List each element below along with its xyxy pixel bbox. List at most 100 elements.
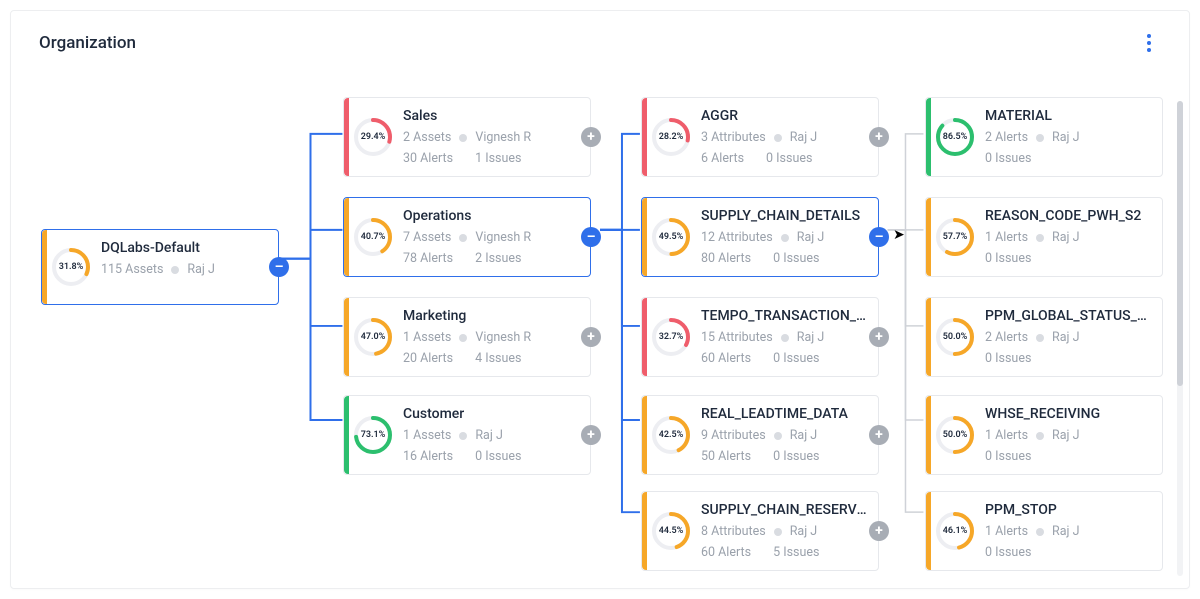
node-card[interactable]: 40.7% Operations 7 AssetsVignesh R 78 Al… (343, 197, 591, 277)
expand-button[interactable]: – (581, 227, 601, 247)
expand-button[interactable]: – (869, 227, 889, 247)
node-owner: Raj J (790, 428, 818, 443)
node-card[interactable]: 57.7% REASON_CODE_PWH_S2 1 AlertsRaj J 0… (925, 197, 1163, 277)
cursor-icon: ➤ (893, 227, 905, 243)
node-assets: 12 Attributes (701, 230, 773, 245)
node-card[interactable]: 86.5% MATERIAL 2 AlertsRaj J 0 Issues (925, 97, 1163, 177)
status-dot-icon (1036, 528, 1044, 536)
expand-button[interactable]: + (581, 425, 601, 445)
node-owner: Raj J (1052, 524, 1080, 539)
gauge: 50.0% (931, 298, 979, 376)
node-card[interactable]: 32.7% TEMPO_TRANSACTION_RE... 15 Attribu… (641, 297, 879, 377)
gauge: 50.0% (931, 396, 979, 474)
node-title: REAL_LEADTIME_DATA (701, 406, 870, 422)
status-dot-icon (171, 266, 179, 274)
expand-button[interactable]: + (869, 521, 889, 541)
gauge: 46.1% (931, 492, 979, 570)
status-dot-icon (459, 134, 467, 142)
panel-title: Organization (39, 33, 136, 53)
status-dot-icon (459, 334, 467, 342)
node-issues: 0 Issues (985, 351, 1031, 366)
plus-icon: + (587, 428, 595, 442)
node-card[interactable]: 28.2% AGGR 3 AttributesRaj J 6 Alerts0 I… (641, 97, 879, 177)
organization-panel: Organization (10, 10, 1190, 589)
node-alerts: 16 Alerts (403, 449, 453, 464)
expand-button[interactable]: + (869, 127, 889, 147)
gauge: 28.2% (647, 98, 695, 176)
gauge: 29.4% (349, 98, 397, 176)
node-card[interactable]: 29.4% Sales 2 AssetsVignesh R 30 Alerts1… (343, 97, 591, 177)
minus-icon: – (275, 260, 284, 274)
node-title: SUPPLY_CHAIN_RESERVED... (701, 502, 870, 518)
node-issues: 4 Issues (475, 351, 521, 366)
node-assets: 115 Assets (101, 262, 163, 277)
node-title: SUPPLY_CHAIN_DETAILS (701, 208, 870, 224)
node-owner: Vignesh R (475, 130, 531, 145)
node-title: PPM_STOP (985, 502, 1154, 518)
expand-button[interactable]: + (581, 127, 601, 147)
node-alerts: 80 Alerts (701, 251, 751, 266)
node-issues: 0 Issues (773, 351, 819, 366)
plus-icon: + (587, 330, 595, 344)
node-title: Sales (403, 108, 582, 124)
panel-header: Organization (11, 11, 1189, 63)
node-card[interactable]: 44.5% SUPPLY_CHAIN_RESERVED... 8 Attribu… (641, 491, 879, 571)
node-title: Customer (403, 406, 582, 422)
node-alerts: 78 Alerts (403, 251, 453, 266)
node-alerts: 1 Alerts (985, 524, 1028, 539)
node-owner: Raj J (1052, 130, 1080, 145)
node-owner: Raj J (1052, 428, 1080, 443)
gauge: 44.5% (647, 492, 695, 570)
plus-icon: + (875, 330, 883, 344)
node-title: TEMPO_TRANSACTION_RE... (701, 308, 870, 324)
hierarchy-canvas[interactable]: 31.8% DQLabs-Default 115 Assets Raj J – … (11, 59, 1189, 588)
expand-button[interactable]: + (581, 327, 601, 347)
scrollbar[interactable] (1177, 101, 1183, 576)
gauge: 32.7% (647, 298, 695, 376)
node-issues: 2 Issues (475, 251, 521, 266)
node-card[interactable]: 73.1% Customer 1 AssetsRaj J 16 Alerts0 … (343, 395, 591, 475)
node-assets: 15 Attributes (701, 330, 773, 345)
node-alerts: 60 Alerts (701, 351, 751, 366)
scrollbar-thumb[interactable] (1177, 101, 1183, 386)
node-alerts: 1 Alerts (985, 230, 1028, 245)
node-root[interactable]: 31.8% DQLabs-Default 115 Assets Raj J (41, 229, 279, 305)
minus-icon: – (875, 230, 884, 244)
node-assets: 3 Attributes (701, 130, 766, 145)
status-dot-icon (1036, 432, 1044, 440)
node-title: PPM_GLOBAL_STATUS_PPM (985, 308, 1154, 324)
node-card[interactable]: 47.0% Marketing 1 AssetsVignesh R 20 Ale… (343, 297, 591, 377)
node-issues: 1 Issues (475, 151, 521, 166)
node-title: MATERIAL (985, 108, 1154, 124)
node-owner: Vignesh R (475, 230, 531, 245)
expand-button[interactable]: + (869, 425, 889, 445)
node-card[interactable]: 50.0% PPM_GLOBAL_STATUS_PPM 2 AlertsRaj … (925, 297, 1163, 377)
node-title: DQLabs-Default (101, 240, 270, 256)
node-owner: Raj J (1052, 230, 1080, 245)
gauge: 31.8% (47, 230, 95, 304)
node-issues: 0 Issues (985, 251, 1031, 266)
kebab-dot-icon (1147, 41, 1151, 45)
node-issues: 0 Issues (985, 449, 1031, 464)
node-alerts: 6 Alerts (701, 151, 744, 166)
status-dot-icon (781, 334, 789, 342)
node-assets: 1 Assets (403, 428, 451, 443)
node-assets: 8 Attributes (701, 524, 766, 539)
collapse-root-button[interactable]: – (269, 257, 289, 277)
gauge: 86.5% (931, 98, 979, 176)
node-alerts: 20 Alerts (403, 351, 453, 366)
status-dot-icon (1036, 134, 1044, 142)
panel-menu-button[interactable] (1137, 31, 1161, 55)
node-card[interactable]: 46.1% PPM_STOP 1 AlertsRaj J 0 Issues (925, 491, 1163, 571)
expand-button[interactable]: + (869, 327, 889, 347)
node-owner: Raj J (797, 330, 825, 345)
node-card[interactable]: 42.5% REAL_LEADTIME_DATA 9 AttributesRaj… (641, 395, 879, 475)
status-dot-icon (774, 528, 782, 536)
node-issues: 0 Issues (773, 251, 819, 266)
node-card[interactable]: 49.5% SUPPLY_CHAIN_DETAILS 12 Attributes… (641, 197, 879, 277)
node-owner: Vignesh R (475, 330, 531, 345)
status-dot-icon (774, 134, 782, 142)
node-owner: Raj J (797, 230, 825, 245)
node-card[interactable]: 50.0% WHSE_RECEIVING 1 AlertsRaj J 0 Iss… (925, 395, 1163, 475)
node-owner: Raj J (790, 524, 818, 539)
